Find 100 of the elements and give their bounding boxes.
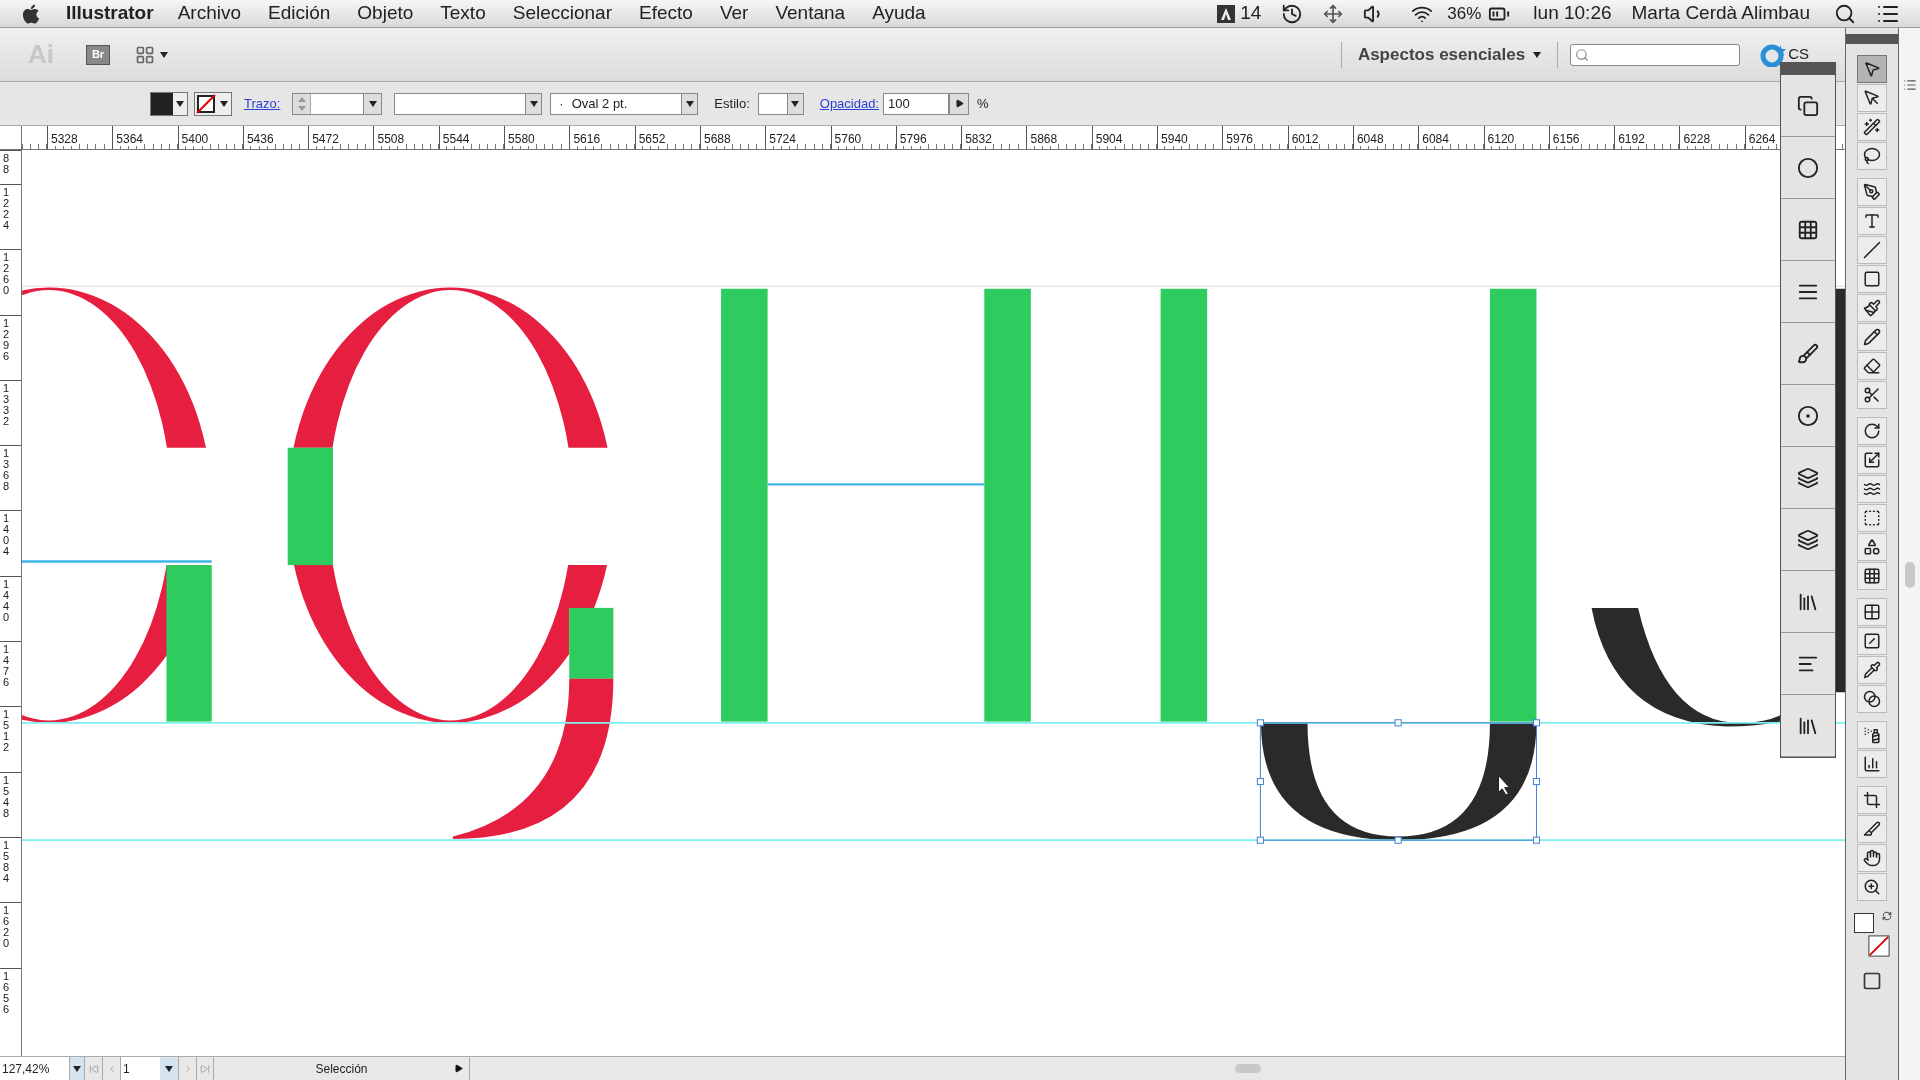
stroke-swatch[interactable] [194,91,232,116]
ruler-label: 1296 [3,317,11,362]
search-field[interactable] [1570,43,1741,66]
tool-button[interactable] [1857,84,1887,112]
ruler-label: 1620 [3,905,11,950]
play-icon [454,1064,463,1073]
user-name[interactable]: Marta Cerdà Alimbau [1631,0,1810,28]
artboard-dropdown-button[interactable] [160,1057,178,1080]
history-icon[interactable] [1281,2,1304,25]
tool-button[interactable] [1857,265,1887,293]
bar-chart-icon [1863,755,1881,773]
opacity-field[interactable]: 100 [883,92,950,115]
ruler-label: 1260 [3,252,11,297]
ruler-label: 1584 [3,839,11,884]
eraser-icon [1863,357,1881,375]
cs-live-label[interactable]: CS [1788,43,1809,66]
pen-icon [1863,183,1881,201]
arrange-icon [1797,94,1819,117]
menu-item[interactable]: Edición [268,0,331,28]
ruler-label: 5580 [505,132,535,146]
tool-button[interactable] [1857,721,1887,749]
tool-button[interactable] [1857,844,1887,872]
tool-button[interactable] [1857,207,1887,235]
tool-button[interactable] [1857,598,1887,626]
bridge-button[interactable]: Br [86,44,110,65]
menu-item[interactable]: Efecto [639,0,693,28]
stroke-color-swatch[interactable] [1868,935,1890,957]
layout-icon [134,44,156,65]
tool-button[interactable] [1857,417,1887,445]
status-tool-menu[interactable]: Selección [214,1057,470,1080]
layers-icon [1797,466,1819,489]
opacity-link[interactable]: Opacidad: [819,93,880,114]
zoom-dropdown-button[interactable] [70,1057,84,1080]
tool-button[interactable] [1857,786,1887,814]
zoom-field[interactable]: 127,42% [0,1057,70,1080]
width-profile-dropdown[interactable] [394,92,543,115]
caret-icon [176,100,184,107]
ruler-label: 1476 [3,644,11,689]
tool-button[interactable] [1857,475,1887,503]
percent-sign: % [977,94,989,113]
workspace-menu[interactable]: Aspectos esenciales [1357,41,1542,68]
caret-icon [1533,51,1542,58]
search-icon[interactable] [1834,2,1856,25]
menu-item[interactable]: Ayuda [872,0,926,28]
menu-item[interactable]: Texto [440,0,486,28]
style-label: Estilo: [714,94,750,113]
tool-button[interactable] [1857,873,1887,901]
adobe-icon[interactable] [1216,3,1237,24]
tool-button[interactable] [1857,294,1887,322]
vertical-scroll-thumb[interactable] [1904,562,1915,588]
tool-button[interactable] [1857,750,1887,778]
tool-button[interactable] [1857,656,1887,684]
caret-icon [368,100,377,107]
tool-button[interactable] [1857,627,1887,655]
tool-button[interactable] [1857,352,1887,380]
clock[interactable]: lun 10:26 [1533,0,1612,28]
arrange-documents-button[interactable] [134,44,168,65]
ruler-label: 1512 [3,709,11,754]
apple-icon[interactable] [20,2,42,25]
play-icon [954,99,964,108]
menu-item[interactable]: Archivo [177,0,241,28]
ruler-label: 1656 [3,970,11,1015]
horizontal-scroll-thumb[interactable] [1234,1064,1261,1073]
menu-item[interactable]: Seleccionar [512,0,612,28]
move-icon[interactable] [1323,3,1344,24]
tool-button[interactable] [1857,142,1887,170]
app-menu[interactable]: Illustrator [66,0,154,28]
tool-button[interactable] [1857,55,1887,83]
slice-icon [1863,820,1881,838]
tool-button[interactable] [1857,113,1887,141]
spinner-icon [297,96,306,111]
tool-button[interactable] [1857,815,1887,843]
cs-live-icon[interactable] [1760,42,1789,67]
tool-button[interactable] [1857,381,1887,409]
style-dropdown[interactable] [757,92,804,115]
battery-percent: 36% [1447,2,1482,25]
line-icon [1863,241,1881,259]
artboard-number-field[interactable]: 1 [120,1057,160,1080]
stroke-link[interactable]: Trazo: [244,93,281,114]
tool-button[interactable] [1857,685,1887,713]
caret-icon [165,1065,173,1072]
tool-button[interactable] [1857,533,1887,561]
tool-button[interactable] [1857,504,1887,532]
fill-color-swatch[interactable] [1854,913,1874,933]
panel-menu-icon[interactable] [1902,78,1917,92]
menu-item[interactable]: Ventana [775,0,846,28]
opacity-arrow-button[interactable] [949,92,970,115]
ruler-label: 5724 [766,132,796,146]
crop-icon [1863,791,1881,809]
menu-item[interactable]: Ver [719,0,749,28]
swap-icon[interactable] [1882,911,1892,921]
ruler-label: 5976 [1223,132,1254,146]
tool-button[interactable] [1857,178,1887,206]
tool-button[interactable] [1857,323,1887,351]
fill-swatch[interactable] [150,91,188,116]
stroke-weight-field[interactable] [292,92,383,115]
tool-button[interactable] [1857,562,1887,590]
tool-button[interactable] [1857,446,1887,474]
menu-item[interactable]: Objeto [357,0,414,28]
brush-dropdown[interactable]: · Oval 2 pt. [550,92,699,115]
